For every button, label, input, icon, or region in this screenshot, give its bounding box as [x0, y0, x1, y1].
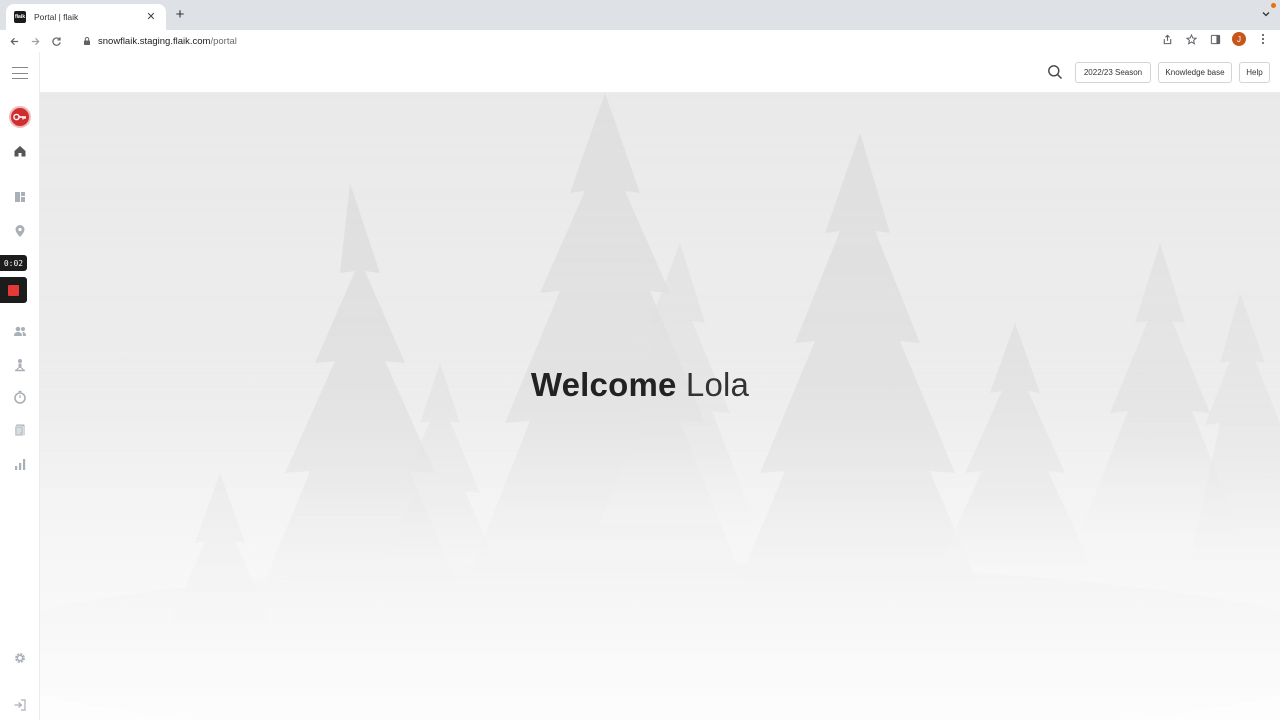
help-button[interactable]: Help — [1239, 62, 1270, 83]
share-icon[interactable] — [1160, 32, 1174, 46]
browser-tab[interactable]: flaik Portal | flaik ✕ — [6, 4, 166, 30]
knowledge-base-button[interactable]: Knowledge base — [1158, 62, 1232, 83]
toolbar-actions: J — [1160, 32, 1270, 46]
documents-icon[interactable] — [12, 422, 28, 438]
season-button[interactable]: 2022/23 Season — [1075, 62, 1151, 83]
portal-app: 0:02 2022/23 Season Knowledge base Help — [0, 52, 1280, 720]
home-icon[interactable] — [12, 143, 28, 159]
tab-close-icon[interactable]: ✕ — [144, 10, 158, 24]
instructor-icon[interactable] — [12, 357, 28, 373]
flaik-logo-icon[interactable] — [9, 106, 31, 128]
hamburger-menu-icon[interactable] — [12, 67, 28, 79]
reload-icon[interactable] — [49, 34, 63, 48]
reports-chart-icon[interactable] — [12, 456, 28, 472]
welcome-heading: Welcome Lola — [40, 366, 1240, 404]
address-bar[interactable]: snowflaik.staging.flaik.com/portal — [74, 31, 1278, 51]
flaik-favicon-icon: flaik — [14, 11, 26, 23]
logout-icon[interactable] — [12, 697, 28, 713]
url-host: snowflaik.staging.flaik.com — [98, 35, 211, 47]
stop-recording-button[interactable] — [0, 277, 27, 303]
side-panel-icon[interactable] — [1208, 32, 1222, 46]
browser-tabstrip: flaik Portal | flaik ✕ + — [0, 0, 1280, 30]
users-icon[interactable] — [12, 323, 28, 339]
user-name: Lola — [685, 366, 750, 403]
stopwatch-icon[interactable] — [12, 389, 28, 405]
settings-gear-icon[interactable] — [12, 650, 28, 666]
hero-banner: Welcome Lola — [40, 93, 1280, 720]
stop-icon — [8, 284, 19, 296]
new-tab-icon[interactable]: + — [172, 7, 188, 23]
welcome-word: Welcome — [530, 366, 677, 403]
browser-toolbar: snowflaik.staging.flaik.com/portal J — [0, 30, 1280, 52]
recording-timer: 0:02 — [0, 255, 27, 271]
url-path: /portal — [210, 35, 237, 47]
tab-title: Portal | flaik — [34, 12, 79, 22]
kebab-menu-icon[interactable] — [1256, 32, 1270, 46]
location-pin-icon[interactable] — [12, 223, 28, 239]
chevron-down-icon[interactable] — [1260, 8, 1272, 20]
lock-icon — [84, 37, 90, 45]
forward-icon[interactable] — [28, 34, 42, 48]
bookmark-star-icon[interactable] — [1184, 32, 1198, 46]
search-icon[interactable] — [1047, 64, 1063, 80]
app-header: 2022/23 Season Knowledge base Help — [40, 52, 1280, 93]
fog-overlay — [40, 93, 1280, 720]
sidebar: 0:02 — [0, 52, 40, 720]
dashboard-icon[interactable] — [12, 189, 28, 205]
profile-avatar[interactable]: J — [1232, 32, 1246, 46]
back-icon[interactable] — [7, 34, 21, 48]
